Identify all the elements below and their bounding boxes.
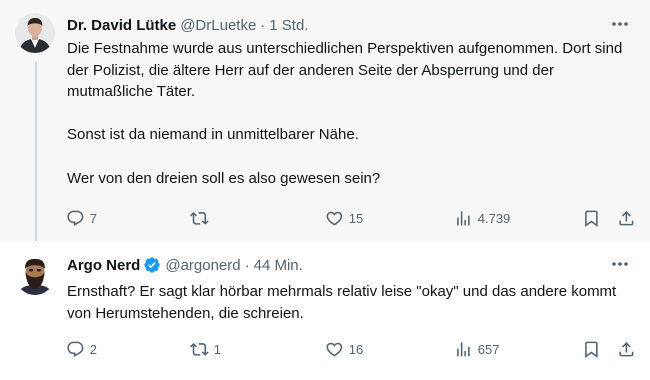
like-count: 16 <box>348 341 364 357</box>
bookmark-button[interactable] <box>582 205 601 231</box>
repost-icon <box>190 211 209 225</box>
more-options-button[interactable] <box>610 14 630 34</box>
like-button[interactable]: 16 <box>325 336 363 362</box>
avatar-argo-nerd-image <box>15 255 55 295</box>
views-button[interactable]: 4.739 <box>454 205 510 231</box>
reply-button[interactable]: 7 <box>66 205 97 231</box>
verified-badge-icon[interactable] <box>143 256 161 274</box>
heart-icon <box>326 211 343 226</box>
reply-icon <box>67 210 84 226</box>
like-button[interactable]: 15 <box>325 205 363 231</box>
tweet-header: Argo Nerd @argonerd · 44 Min. <box>67 255 303 275</box>
bookmark-icon <box>585 341 598 358</box>
author-name[interactable]: Argo Nerd <box>67 257 140 274</box>
author-handle[interactable]: @DrLuetke <box>180 17 256 34</box>
reply-count: 7 <box>89 210 97 226</box>
thread-connector-line <box>35 62 37 241</box>
avatar-dr-luetke-image <box>15 13 55 53</box>
more-options-button[interactable] <box>610 254 630 274</box>
separator-dot: · <box>244 256 250 274</box>
repost-count: 1 <box>213 341 221 357</box>
tweet-argo-nerd[interactable]: Argo Nerd @argonerd · 44 Min. Ernsthaft?… <box>0 241 650 380</box>
heart-icon <box>326 342 343 357</box>
avatar[interactable] <box>15 255 55 295</box>
tweet-paragraph: Sonst ist da niemand in unmittelbarer Nä… <box>67 126 359 144</box>
repost-button[interactable] <box>190 205 214 231</box>
avatar[interactable] <box>15 13 55 53</box>
tweet-paragraph: Die Festnahme wurde aus unterschiedliche… <box>67 40 623 101</box>
tweet-paragraph: Ernsthaft? Er sagt klar hörbar mehrmals … <box>67 283 617 322</box>
timestamp[interactable]: 44 Min. <box>254 257 303 274</box>
views-count: 4.739 <box>477 210 511 226</box>
views-chart-icon <box>457 341 470 357</box>
tweet-text: Ernsthaft? Er sagt klar hörbar mehrmals … <box>67 281 637 324</box>
author-handle[interactable]: @argonerd <box>165 257 240 274</box>
reply-button[interactable]: 2 <box>66 336 97 362</box>
like-count: 15 <box>348 210 364 226</box>
timestamp[interactable]: 1 Std. <box>269 17 308 34</box>
tweet-dr-luetke[interactable]: Dr. David Lütke @DrLuetke · 1 Std. Die F… <box>0 0 650 241</box>
tweet-paragraph: Wer von den dreien soll es also gewesen … <box>67 169 381 187</box>
share-icon <box>619 341 634 357</box>
action-bar: 7 15 4.739 <box>60 205 640 231</box>
more-horizontal-icon <box>612 22 628 26</box>
action-bar: 2 1 16 657 <box>60 336 640 362</box>
separator-dot: · <box>260 16 266 34</box>
reply-count: 2 <box>89 341 97 357</box>
views-count: 657 <box>477 341 500 357</box>
bookmark-button[interactable] <box>582 336 601 362</box>
views-button[interactable]: 657 <box>454 336 499 362</box>
share-button[interactable] <box>617 336 636 362</box>
repost-button[interactable]: 1 <box>190 336 221 362</box>
views-chart-icon <box>457 210 470 226</box>
bookmark-icon <box>585 210 598 227</box>
reply-icon <box>67 341 84 357</box>
share-icon <box>619 210 634 226</box>
tweet-header: Dr. David Lütke @DrLuetke · 1 Std. <box>67 15 309 35</box>
tweet-text: Die Festnahme wurde aus unterschiedliche… <box>67 38 637 189</box>
share-button[interactable] <box>617 205 636 231</box>
more-horizontal-icon <box>612 262 628 266</box>
author-name[interactable]: Dr. David Lütke <box>67 17 176 34</box>
repost-icon <box>190 342 209 356</box>
